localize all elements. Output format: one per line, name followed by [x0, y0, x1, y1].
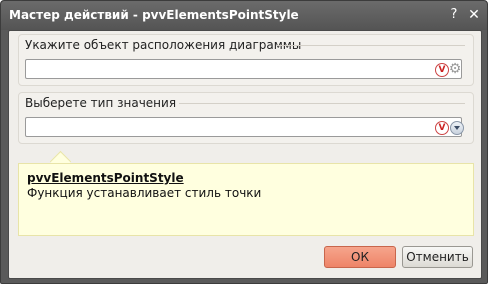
function-description: Функция устанавливает стиль точки [27, 186, 262, 200]
chevron-down-icon[interactable] [450, 121, 464, 135]
group-divider [179, 103, 465, 104]
value-type-label: Выберете тип значения [25, 96, 183, 110]
title-bar[interactable]: Мастер действий - pvvElementsPointStyle … [1, 1, 487, 30]
value-type-group: Выберете тип значения V [18, 92, 474, 144]
cancel-button[interactable]: Отменить [402, 246, 473, 268]
variable-icon[interactable]: V [435, 63, 449, 77]
wizard-dialog: Мастер действий - pvvElementsPointStyle … [0, 0, 488, 284]
ok-button[interactable]: ОК [324, 246, 396, 268]
chart-object-label: Укажите объект расположения диаграммы [25, 38, 308, 52]
chart-object-field[interactable]: V ⚙ [25, 59, 462, 79]
close-icon[interactable]: ✕ [466, 7, 482, 23]
variable-icon[interactable]: V [435, 121, 449, 135]
help-icon[interactable]: ? [446, 7, 462, 23]
window-title: Мастер действий - pvvElementsPointStyle [9, 8, 299, 22]
description-panel: pvvElementsPointStyle Функция устанавлив… [18, 163, 474, 236]
dialog-content: Укажите объект расположения диаграммы V … [8, 30, 482, 279]
chart-object-group: Укажите объект расположения диаграммы V … [18, 34, 474, 86]
function-name: pvvElementsPointStyle [27, 171, 184, 185]
gear-icon[interactable]: ⚙ [448, 62, 462, 76]
value-type-select[interactable]: V [25, 117, 464, 137]
group-divider [277, 45, 465, 46]
